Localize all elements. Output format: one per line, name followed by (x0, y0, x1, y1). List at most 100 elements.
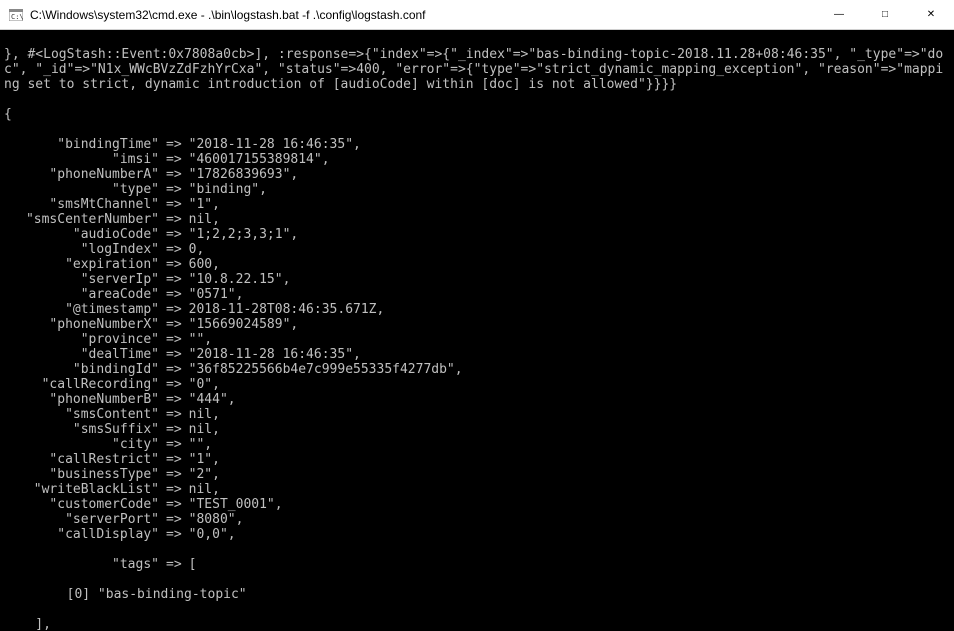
field-key: "city" (4, 437, 159, 452)
arrow: => (159, 287, 189, 302)
field-value: "1", (189, 452, 220, 467)
arrow: => (159, 137, 189, 152)
arrow: => (159, 302, 189, 317)
field-key: "phoneNumberX" (4, 317, 159, 332)
arrow: => (159, 377, 189, 392)
arrow: => (159, 167, 189, 182)
arrow: => (159, 437, 189, 452)
field-value: "", (189, 332, 212, 347)
maximize-button[interactable]: □ (862, 0, 908, 29)
arrow: => (159, 452, 189, 467)
field-value: "2018-11-28 16:46:35", (189, 347, 361, 362)
arrow: => (159, 392, 189, 407)
field-key: "serverIp" (4, 272, 159, 287)
field-value: "binding", (189, 182, 267, 197)
field-value: "17826839693", (189, 167, 299, 182)
field-value: "0", (189, 377, 220, 392)
arrow: => (159, 557, 189, 572)
console-header-line: }, #<LogStash::Event:0x7808a0cb>], :resp… (4, 47, 950, 92)
console-field-row: "imsi"=>"460017155389814", (4, 152, 950, 167)
field-value: "15669024589", (189, 317, 299, 332)
field-key: "phoneNumberA" (4, 167, 159, 182)
field-value: "0571", (189, 287, 244, 302)
field-key: "smsCenterNumber" (4, 212, 159, 227)
console-output[interactable]: }, #<LogStash::Event:0x7808a0cb>], :resp… (0, 30, 954, 631)
console-field-row: "areaCode"=>"0571", (4, 287, 950, 302)
console-field-row: "callDisplay"=>"0,0", (4, 527, 950, 542)
field-value: "", (189, 437, 212, 452)
console-field-row: "smsContent"=>nil, (4, 407, 950, 422)
arrow: => (159, 242, 189, 257)
console-field-row: "businessType"=>"2", (4, 467, 950, 482)
arrow: => (159, 272, 189, 287)
field-key: "province" (4, 332, 159, 347)
field-value: [ (189, 557, 197, 572)
window-titlebar: C:\ C:\Windows\system32\cmd.exe - .\bin\… (0, 0, 954, 30)
console-field-row: "smsCenterNumber"=>nil, (4, 212, 950, 227)
field-key: "businessType" (4, 467, 159, 482)
field-value: "2", (189, 467, 220, 482)
field-key: "imsi" (4, 152, 159, 167)
close-button[interactable]: ✕ (908, 0, 954, 29)
tags-item: [0] "bas-binding-topic" (4, 587, 950, 602)
field-value: "2018-11-28 16:46:35", (189, 137, 361, 152)
console-field-row: "smsMtChannel"=>"1", (4, 197, 950, 212)
field-key: "tags" (4, 557, 159, 572)
field-key: "@timestamp" (4, 302, 159, 317)
field-key: "callRestrict" (4, 452, 159, 467)
minimize-button[interactable]: — (816, 0, 862, 29)
window-controls: — □ ✕ (816, 0, 954, 29)
cmd-icon: C:\ (8, 7, 24, 23)
arrow: => (159, 512, 189, 527)
console-field-row: "province"=>"", (4, 332, 950, 347)
console-field-row: "callRestrict"=>"1", (4, 452, 950, 467)
field-key: "audioCode" (4, 227, 159, 242)
arrow: => (159, 317, 189, 332)
arrow: => (159, 212, 189, 227)
field-key: "callDisplay" (4, 527, 159, 542)
field-value: 2018-11-28T08:46:35.671Z, (189, 302, 385, 317)
console-field-row: "@timestamp"=>2018-11-28T08:46:35.671Z, (4, 302, 950, 317)
console-field-row: "callRecording"=>"0", (4, 377, 950, 392)
console-fields: "bindingTime"=>"2018-11-28 16:46:35","im… (4, 137, 950, 542)
console-field-row: "type"=>"binding", (4, 182, 950, 197)
field-key: "bindingTime" (4, 137, 159, 152)
arrow: => (159, 362, 189, 377)
field-key: "phoneNumberB" (4, 392, 159, 407)
field-key: "customerCode" (4, 497, 159, 512)
field-key: "writeBlackList" (4, 482, 159, 497)
field-key: "smsMtChannel" (4, 197, 159, 212)
field-key: "serverPort" (4, 512, 159, 527)
field-value: "1;2,2;3,3;1", (189, 227, 299, 242)
console-field-row: "customerCode"=>"TEST_0001", (4, 497, 950, 512)
console-field-row: "writeBlackList"=>nil, (4, 482, 950, 497)
field-value: "444", (189, 392, 236, 407)
arrow: => (159, 497, 189, 512)
arrow: => (159, 422, 189, 437)
field-value: nil, (189, 212, 220, 227)
console-field-row: "serverPort"=>"8080", (4, 512, 950, 527)
field-key: "bindingId" (4, 362, 159, 377)
arrow: => (159, 407, 189, 422)
console-field-row: "expiration"=>600, (4, 257, 950, 272)
console-field-row: "phoneNumberB"=>"444", (4, 392, 950, 407)
arrow: => (159, 182, 189, 197)
tags-close: ], (4, 617, 950, 631)
console-field-row: "bindingTime"=>"2018-11-28 16:46:35", (4, 137, 950, 152)
arrow: => (159, 257, 189, 272)
console-field-row: "bindingId"=>"36f85225566b4e7c999e55335f… (4, 362, 950, 377)
console-field-row: "phoneNumberX"=>"15669024589", (4, 317, 950, 332)
field-value: nil, (189, 407, 220, 422)
arrow: => (159, 527, 189, 542)
arrow: => (159, 347, 189, 362)
console-field-row: "phoneNumberA"=>"17826839693", (4, 167, 950, 182)
field-value: "8080", (189, 512, 244, 527)
field-key: "smsSuffix" (4, 422, 159, 437)
arrow: => (159, 482, 189, 497)
console-field-row: "logIndex"=>0, (4, 242, 950, 257)
field-value: "1", (189, 197, 220, 212)
console-field-row: "dealTime"=>"2018-11-28 16:46:35", (4, 347, 950, 362)
field-value: "36f85225566b4e7c999e55335f4277db", (189, 362, 463, 377)
field-value: "460017155389814", (189, 152, 330, 167)
arrow: => (159, 227, 189, 242)
